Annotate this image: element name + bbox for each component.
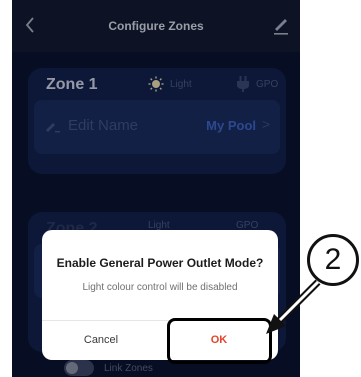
dialog-message: Light colour control will be disabled	[82, 282, 238, 293]
dialog-title: Enable General Power Outlet Mode?	[56, 256, 264, 270]
step-number-badge: 2	[307, 234, 359, 286]
cancel-button[interactable]: Cancel	[42, 324, 160, 356]
ok-highlight-box	[167, 318, 272, 364]
